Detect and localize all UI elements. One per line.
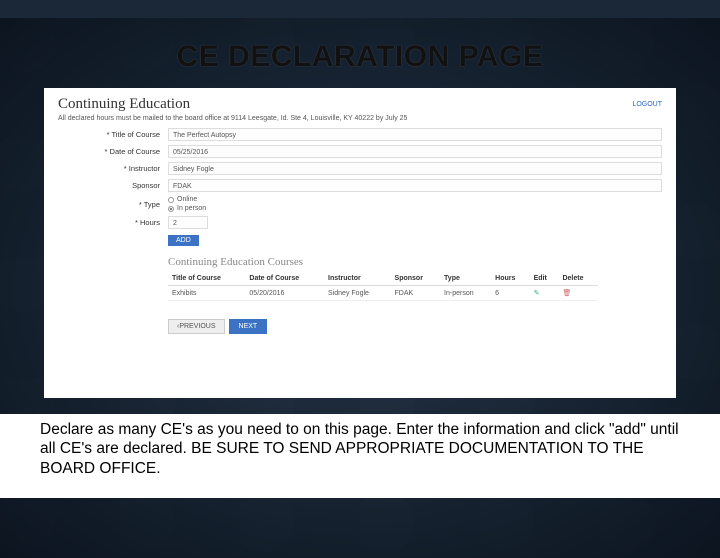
- edit-icon[interactable]: ✎: [534, 290, 540, 297]
- table-row: Exhibits 05/20/2016 Sidney Fogle FDAK In…: [168, 286, 598, 301]
- delete-icon[interactable]: 🗑: [562, 290, 571, 297]
- add-button[interactable]: ADD: [168, 235, 199, 246]
- th-sponsor: Sponsor: [391, 272, 441, 286]
- input-hours[interactable]: 2: [168, 216, 208, 229]
- cell-type: In-person: [440, 286, 491, 301]
- slide-title: CE DECLARATION PAGE: [0, 18, 720, 74]
- label-instructor: Instructor: [58, 164, 168, 173]
- radio-online-label: Online: [177, 196, 197, 203]
- input-instructor[interactable]: Sidney Fogle: [168, 162, 662, 175]
- mailing-notice: All declared hours must be mailed to the…: [58, 115, 662, 122]
- label-sponsor: Sponsor: [58, 181, 168, 190]
- th-title: Title of Course: [168, 272, 245, 286]
- cell-title: Exhibits: [168, 286, 245, 301]
- input-sponsor[interactable]: FDAK: [168, 179, 662, 192]
- radio-online[interactable]: Online: [168, 196, 206, 203]
- next-button[interactable]: NEXT: [229, 319, 268, 334]
- th-instructor: Instructor: [324, 272, 390, 286]
- radio-inperson-label: In person: [177, 205, 206, 212]
- radio-icon: [168, 197, 174, 203]
- label-type: Type: [58, 200, 168, 209]
- cell-hours: 6: [491, 286, 529, 301]
- courses-table: Title of Course Date of Course Instructo…: [168, 272, 598, 301]
- cell-sponsor: FDAK: [391, 286, 441, 301]
- slide-caption: Declare as many CE's as you need to on t…: [0, 414, 720, 498]
- app-screenshot: Continuing Education LOGOUT All declared…: [44, 88, 676, 398]
- label-title: Title of Course: [58, 130, 168, 139]
- th-edit: Edit: [530, 272, 559, 286]
- previous-button[interactable]: ‹PREVIOUS: [168, 319, 225, 334]
- th-type: Type: [440, 272, 491, 286]
- label-hours: Hours: [58, 218, 168, 227]
- cell-instructor: Sidney Fogle: [324, 286, 390, 301]
- cell-date: 05/20/2016: [245, 286, 324, 301]
- th-date: Date of Course: [245, 272, 324, 286]
- input-title[interactable]: The Perfect Autopsy: [168, 128, 662, 141]
- label-date: Date of Course: [58, 147, 168, 156]
- page-heading: Continuing Education: [58, 96, 190, 113]
- courses-subheading: Continuing Education Courses: [168, 256, 662, 268]
- input-date[interactable]: 05/25/2016: [168, 145, 662, 158]
- th-hours: Hours: [491, 272, 529, 286]
- radio-icon: [168, 206, 174, 212]
- logout-link[interactable]: LOGOUT: [632, 101, 662, 108]
- radio-inperson[interactable]: In person: [168, 205, 206, 212]
- th-delete: Delete: [558, 272, 598, 286]
